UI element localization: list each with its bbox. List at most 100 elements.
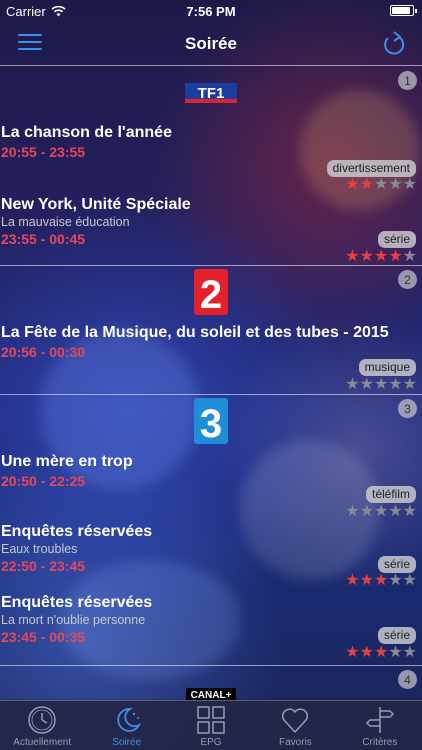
rating-stars: ★ ★ ★ ★ ★	[345, 177, 417, 193]
battery-fill	[392, 7, 410, 14]
svg-text:CANAL+: CANAL+	[191, 690, 232, 700]
genre-badge: téléfilm	[365, 486, 416, 503]
channel-logo-wrap: CANAL+	[0, 666, 422, 700]
tf1-logo-icon: TF1	[185, 83, 237, 103]
tab-label: EPG	[200, 737, 222, 748]
svg-text:3: 3	[200, 402, 222, 444]
tab-soiree[interactable]: Soirée	[84, 701, 168, 750]
tab-label: Favoris	[279, 737, 312, 748]
genre-badge: divertissement	[326, 160, 416, 177]
channel-logo-wrap: TF1	[0, 67, 422, 119]
program-time: 20:50 - 22:25	[1, 473, 86, 489]
star-empty-icon: ★	[388, 176, 403, 193]
rating-stars: ★ ★ ★ ★ ★	[345, 504, 417, 520]
star-empty-icon: ★	[373, 176, 389, 193]
program-row[interactable]: Enquêtes réservées Eaux troubles 22:50 -…	[0, 522, 422, 592]
star-filled-icon: ★	[373, 248, 389, 265]
channel-number-badge: 2	[398, 270, 417, 289]
program-title: Enquêtes réservées	[1, 594, 153, 611]
program-row[interactable]: La chanson de l'année 20:55 - 23:55 dive…	[0, 123, 422, 193]
svg-text:2: 2	[200, 273, 222, 315]
channel-logo-wrap: 3	[0, 395, 422, 447]
battery-icon	[390, 5, 417, 16]
wifi-icon	[51, 6, 66, 17]
program-list[interactable]: TF1 1 La chanson de l'année 20:55 - 23:5…	[0, 67, 422, 700]
program-time: 23:55 - 00:45	[1, 231, 86, 247]
refresh-button[interactable]	[382, 31, 406, 57]
program-row[interactable]: Une mère en trop 20:50 - 22:25 téléfilm …	[0, 452, 422, 522]
star-empty-icon: ★	[402, 176, 417, 193]
channel-section: 3 3 Une mère en trop 20:50 - 22:25 téléf…	[0, 395, 422, 666]
tab-criteres[interactable]: Critères	[338, 701, 422, 750]
signpost-icon	[365, 707, 394, 733]
star-filled-icon: ★	[388, 248, 403, 265]
rating-stars: ★ ★ ★ ★ ★	[345, 249, 417, 265]
channel-logo-wrap: 2	[0, 266, 422, 318]
star-empty-icon: ★	[402, 572, 417, 589]
star-empty-icon: ★	[388, 503, 403, 520]
status-bar: Carrier 7:56 PM	[0, 0, 422, 22]
program-subtitle: La mort n'oublie personne	[1, 613, 146, 627]
status-left: Carrier	[6, 4, 66, 19]
genre-badge: série	[377, 556, 416, 573]
france2-logo-icon: 2	[194, 269, 228, 315]
france3-logo-icon: 3	[194, 398, 228, 444]
channel-section: 2 2 La Fête de la Musique, du soleil et …	[0, 266, 422, 395]
menu-icon-line	[18, 34, 42, 36]
program-title: Une mère en trop	[1, 453, 133, 470]
program-title: La Fête de la Musique, du soleil et des …	[1, 324, 389, 341]
page-title: Soirée	[185, 33, 237, 53]
canal-plus-logo-icon: CANAL+	[186, 688, 236, 700]
status-time: 7:56 PM	[186, 3, 236, 19]
star-empty-icon: ★	[388, 644, 403, 661]
grid-icon	[197, 706, 225, 734]
program-title: New York, Unité Spéciale	[1, 196, 191, 213]
star-filled-icon: ★	[373, 644, 389, 661]
program-row[interactable]: New York, Unité Spéciale La mauvaise édu…	[0, 195, 422, 265]
program-row[interactable]: La Fête de la Musique, du soleil et des …	[0, 323, 422, 393]
star-filled-icon: ★	[359, 644, 374, 661]
star-empty-icon: ★	[402, 644, 417, 661]
channel-number-badge: 3	[398, 399, 417, 418]
program-title: Enquêtes réservées	[1, 523, 153, 540]
rating-stars: ★ ★ ★ ★ ★	[345, 377, 417, 393]
program-time: 20:55 - 23:55	[1, 144, 86, 160]
star-empty-icon: ★	[402, 376, 417, 393]
star-empty-icon: ★	[388, 572, 403, 589]
genre-badge: musique	[358, 359, 416, 376]
star-filled-icon: ★	[373, 572, 389, 589]
star-empty-icon: ★	[373, 376, 389, 393]
moon-icon	[116, 708, 141, 732]
channel-section: CANAL+ 4	[0, 666, 422, 700]
menu-button[interactable]	[18, 34, 42, 54]
star-empty-icon: ★	[402, 503, 417, 520]
tab-label: Soirée	[112, 737, 142, 748]
clock-icon	[28, 706, 56, 734]
star-empty-icon: ★	[359, 503, 374, 520]
channel-number-badge: 4	[398, 670, 417, 689]
tab-favoris[interactable]: Favoris	[253, 701, 337, 750]
star-empty-icon: ★	[402, 248, 417, 265]
program-subtitle: La mauvaise éducation	[1, 215, 130, 229]
channel-section: TF1 1 La chanson de l'année 20:55 - 23:5…	[0, 67, 422, 266]
star-filled-icon: ★	[359, 572, 374, 589]
menu-icon-line	[18, 41, 42, 43]
program-row[interactable]: Enquêtes réservées La mort n'oublie pers…	[0, 593, 422, 663]
genre-badge: série	[377, 627, 416, 644]
tab-label: Actuellement	[13, 737, 72, 748]
star-empty-icon: ★	[359, 376, 374, 393]
svg-text:TF1: TF1	[198, 85, 225, 102]
carrier-label: Carrier	[6, 4, 46, 19]
star-filled-icon: ★	[345, 248, 360, 265]
tab-actuellement[interactable]: Actuellement	[0, 701, 84, 750]
star-filled-icon: ★	[359, 248, 374, 265]
star-empty-icon: ★	[345, 376, 360, 393]
star-empty-icon: ★	[388, 376, 403, 393]
genre-badge: série	[377, 231, 416, 248]
tab-epg[interactable]: EPG	[169, 701, 253, 750]
star-empty-icon: ★	[373, 503, 389, 520]
menu-icon-line	[18, 48, 42, 50]
program-subtitle: Eaux troubles	[1, 542, 78, 556]
program-time: 20:56 - 00:30	[1, 344, 86, 360]
channel-number-badge: 1	[398, 71, 417, 90]
